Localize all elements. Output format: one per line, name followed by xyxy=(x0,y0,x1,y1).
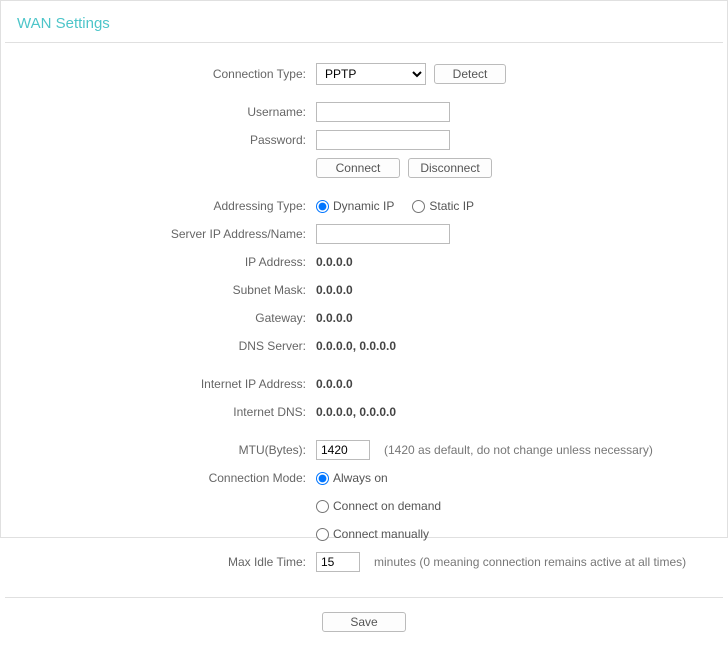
page-title: WAN Settings xyxy=(1,1,727,42)
addressing-dynamic-option[interactable]: Dynamic IP xyxy=(316,199,394,213)
form-area: Connection Type: PPTP Detect Username: P… xyxy=(1,43,727,589)
value-internet-ip: 0.0.0.0 xyxy=(316,377,353,391)
conn-mode-always-label: Always on xyxy=(333,471,388,485)
label-max-idle: Max Idle Time: xyxy=(1,555,316,569)
addressing-dynamic-label: Dynamic IP xyxy=(333,199,394,213)
conn-mode-manual-radio[interactable] xyxy=(316,528,329,541)
server-ip-input[interactable] xyxy=(316,224,450,244)
connect-button[interactable]: Connect xyxy=(316,158,400,178)
value-dns-server: 0.0.0.0, 0.0.0.0 xyxy=(316,339,396,353)
password-input[interactable] xyxy=(316,130,450,150)
username-input[interactable] xyxy=(316,102,450,122)
label-password: Password: xyxy=(1,133,316,147)
label-ip-address: IP Address: xyxy=(1,255,316,269)
conn-mode-manual-option[interactable]: Connect manually xyxy=(316,527,429,541)
addressing-static-option[interactable]: Static IP xyxy=(412,199,474,213)
disconnect-button[interactable]: Disconnect xyxy=(408,158,492,178)
label-connection-mode: Connection Mode: xyxy=(1,471,316,485)
conn-mode-always-radio[interactable] xyxy=(316,472,329,485)
conn-mode-demand-radio[interactable] xyxy=(316,500,329,513)
label-gateway: Gateway: xyxy=(1,311,316,325)
label-username: Username: xyxy=(1,105,316,119)
footer: Save xyxy=(1,598,727,646)
value-ip-address: 0.0.0.0 xyxy=(316,255,353,269)
addressing-dynamic-radio[interactable] xyxy=(316,200,329,213)
mtu-input[interactable] xyxy=(316,440,370,460)
max-idle-hint: minutes (0 meaning connection remains ac… xyxy=(374,555,686,569)
label-mtu: MTU(Bytes): xyxy=(1,443,316,457)
mtu-hint: (1420 as default, do not change unless n… xyxy=(384,443,653,457)
addressing-static-radio[interactable] xyxy=(412,200,425,213)
conn-mode-manual-label: Connect manually xyxy=(333,527,429,541)
label-internet-ip: Internet IP Address: xyxy=(1,377,316,391)
value-subnet-mask: 0.0.0.0 xyxy=(316,283,353,297)
max-idle-input[interactable] xyxy=(316,552,360,572)
label-subnet-mask: Subnet Mask: xyxy=(1,283,316,297)
conn-mode-always-option[interactable]: Always on xyxy=(316,471,388,485)
detect-button[interactable]: Detect xyxy=(434,64,506,84)
value-internet-dns: 0.0.0.0, 0.0.0.0 xyxy=(316,405,396,419)
wan-settings-panel: WAN Settings Connection Type: PPTP Detec… xyxy=(0,0,728,538)
label-server-ip: Server IP Address/Name: xyxy=(1,227,316,241)
connection-type-select[interactable]: PPTP xyxy=(316,63,426,85)
label-dns-server: DNS Server: xyxy=(1,339,316,353)
value-gateway: 0.0.0.0 xyxy=(316,311,353,325)
conn-mode-demand-option[interactable]: Connect on demand xyxy=(316,499,441,513)
conn-mode-demand-label: Connect on demand xyxy=(333,499,441,513)
label-addressing-type: Addressing Type: xyxy=(1,199,316,213)
addressing-static-label: Static IP xyxy=(429,199,474,213)
label-connection-type: Connection Type: xyxy=(1,67,316,81)
label-internet-dns: Internet DNS: xyxy=(1,405,316,419)
save-button[interactable]: Save xyxy=(322,612,406,632)
